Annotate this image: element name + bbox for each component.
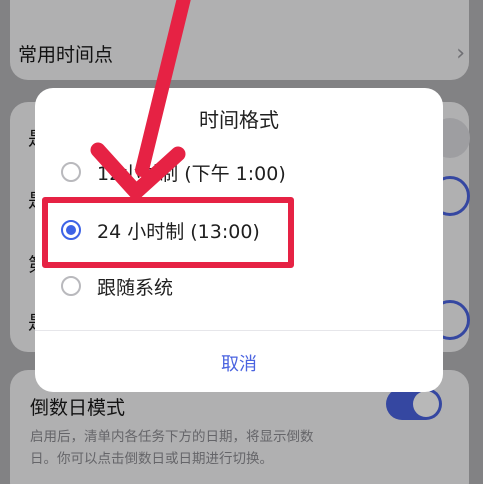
annotation-arrow-icon (90, 0, 191, 200)
screen: 常用时间点 › 是 是 第 是 倒数日模式 启用后，清单内各任务下方的日期，将显… (0, 0, 483, 484)
